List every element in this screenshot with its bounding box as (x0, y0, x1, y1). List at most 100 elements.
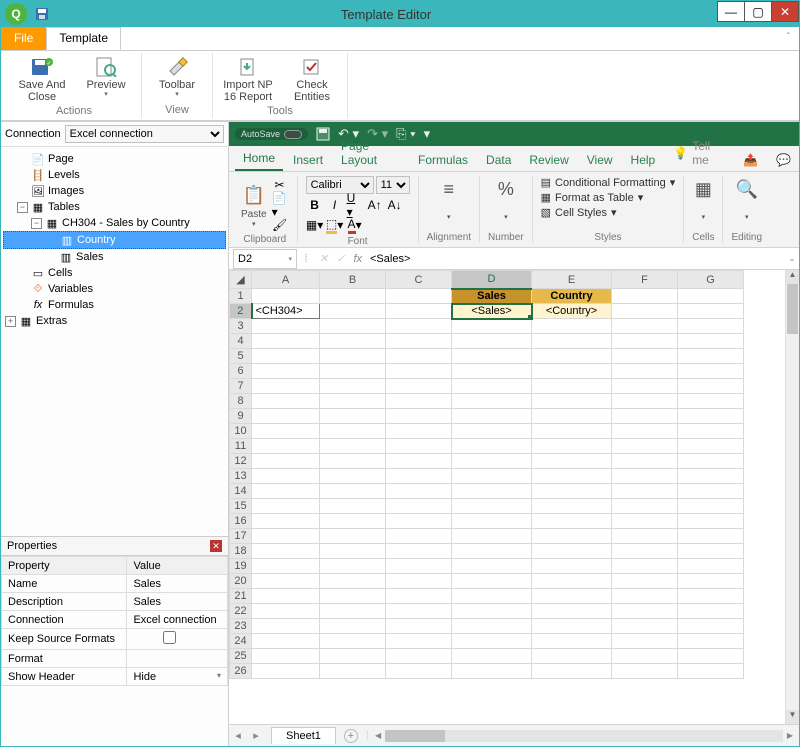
connection-select[interactable]: Excel connection (65, 125, 224, 143)
font-name-select[interactable]: Calibri (306, 176, 374, 194)
cell[interactable] (252, 364, 320, 379)
col-header-c[interactable]: C (386, 271, 452, 289)
cell[interactable] (452, 319, 532, 334)
tab-template[interactable]: Template (46, 27, 121, 50)
cell[interactable] (320, 529, 386, 544)
cell[interactable] (678, 469, 744, 484)
cell[interactable] (612, 334, 678, 349)
cell[interactable] (452, 454, 532, 469)
cell[interactable] (386, 289, 452, 304)
row-header[interactable]: 4 (230, 334, 252, 349)
cell[interactable] (252, 634, 320, 649)
cell[interactable] (320, 349, 386, 364)
cell[interactable] (678, 649, 744, 664)
cell[interactable] (678, 499, 744, 514)
row-header[interactable]: 13 (230, 469, 252, 484)
cell[interactable] (612, 559, 678, 574)
toolbar-button[interactable]: Toolbar ▾ (152, 55, 202, 99)
cell[interactable] (532, 664, 612, 679)
cell[interactable]: Sales (452, 289, 532, 304)
cell[interactable] (252, 409, 320, 424)
cell[interactable] (252, 574, 320, 589)
cell[interactable] (612, 619, 678, 634)
prop-val[interactable] (127, 650, 228, 668)
cell[interactable] (452, 379, 532, 394)
prop-val[interactable]: Excel connection (127, 611, 228, 629)
bold-button[interactable]: B (306, 196, 324, 214)
cell[interactable] (612, 319, 678, 334)
tab-data[interactable]: Data (478, 149, 519, 171)
cell[interactable] (252, 589, 320, 604)
cell[interactable] (532, 439, 612, 454)
cell[interactable] (386, 424, 452, 439)
cell[interactable] (612, 379, 678, 394)
cell[interactable] (612, 364, 678, 379)
row-header[interactable]: 15 (230, 499, 252, 514)
cell[interactable] (532, 589, 612, 604)
cell[interactable] (386, 544, 452, 559)
cell[interactable] (532, 469, 612, 484)
cell[interactable] (678, 664, 744, 679)
preview-button[interactable]: Preview ▾ (81, 55, 131, 103)
cell[interactable] (612, 439, 678, 454)
cell[interactable] (386, 604, 452, 619)
tree-node-tables[interactable]: −▦Tables (3, 199, 226, 215)
comments-button[interactable]: 💬 (768, 149, 799, 171)
cell[interactable] (320, 439, 386, 454)
horizontal-scrollbar[interactable]: ◀▶ (369, 730, 799, 742)
cell[interactable] (612, 514, 678, 529)
cell[interactable] (678, 289, 744, 304)
font-color-button[interactable]: A▾ (346, 216, 364, 234)
cell[interactable] (320, 409, 386, 424)
row-header[interactable]: 1 (230, 289, 252, 304)
tree-node-levels[interactable]: 🪜Levels (3, 167, 226, 183)
cell[interactable] (532, 364, 612, 379)
tab-review[interactable]: Review (521, 149, 576, 171)
row-header[interactable]: 22 (230, 604, 252, 619)
cell[interactable] (678, 559, 744, 574)
qat-save-icon[interactable] (316, 127, 330, 141)
prop-val-dropdown[interactable]: Hide▾ (127, 668, 228, 686)
cell[interactable] (678, 319, 744, 334)
cell[interactable] (386, 334, 452, 349)
cell-styles-button[interactable]: ▧Cell Styles ▾ (541, 206, 676, 219)
row-header[interactable]: 10 (230, 424, 252, 439)
cell[interactable] (386, 619, 452, 634)
vertical-scrollbar[interactable]: ▲▼ (785, 270, 799, 724)
row-header[interactable]: 9 (230, 409, 252, 424)
expand-formula-bar[interactable]: ⌄ (785, 254, 799, 263)
cell[interactable] (452, 514, 532, 529)
cell[interactable] (532, 619, 612, 634)
borders-button[interactable]: ▦▾ (306, 216, 324, 234)
row-header[interactable]: 11 (230, 439, 252, 454)
cell[interactable] (252, 319, 320, 334)
cell[interactable] (452, 439, 532, 454)
expand-icon[interactable]: − (17, 202, 28, 213)
cell[interactable] (678, 484, 744, 499)
cell[interactable] (386, 664, 452, 679)
row-header[interactable]: 5 (230, 349, 252, 364)
check-entities-button[interactable]: Check Entities (287, 55, 337, 103)
cell[interactable] (452, 469, 532, 484)
cell[interactable] (452, 604, 532, 619)
cell[interactable] (612, 304, 678, 319)
italic-button[interactable]: I (326, 196, 344, 214)
cell[interactable] (386, 484, 452, 499)
cell[interactable] (532, 559, 612, 574)
cell[interactable] (678, 379, 744, 394)
redo-button[interactable]: ↷ ▾ (367, 126, 388, 142)
cell[interactable] (532, 334, 612, 349)
cell[interactable] (452, 349, 532, 364)
cell[interactable] (678, 334, 744, 349)
cell[interactable] (320, 379, 386, 394)
cell[interactable] (452, 649, 532, 664)
fx-icon[interactable]: fx (353, 253, 362, 265)
col-header-b[interactable]: B (320, 271, 386, 289)
font-size-select[interactable]: 11 (376, 176, 410, 194)
cell[interactable] (612, 604, 678, 619)
save-and-close-button[interactable]: ✓ Save And Close (17, 55, 67, 103)
close-button[interactable]: ✕ (771, 1, 799, 22)
cell[interactable] (320, 319, 386, 334)
sheet-nav-next[interactable]: ▸ (247, 729, 265, 742)
cell[interactable] (532, 379, 612, 394)
